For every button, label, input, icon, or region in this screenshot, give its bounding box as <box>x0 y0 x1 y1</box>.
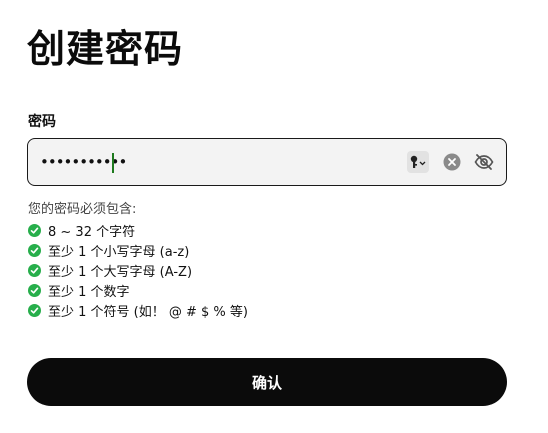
text-cursor <box>112 153 114 173</box>
requirement-item: 至少 1 个小写字母 (a-z) <box>28 240 248 260</box>
requirement-item: 8 ~ 32 个字符 <box>28 220 248 240</box>
password-manager-key-button[interactable] <box>407 151 429 173</box>
requirement-item: 至少 1 个符号 (如！ @ # $ % 等) <box>28 300 248 320</box>
check-icon <box>28 283 41 297</box>
check-icon <box>28 263 41 277</box>
requirement-item: 至少 1 个大写字母 (A-Z) <box>28 260 248 280</box>
requirement-text: 至少 1 个数字 <box>48 284 130 300</box>
eye-off-icon <box>474 154 494 170</box>
check-icon <box>28 223 41 237</box>
password-label: 密码 <box>28 114 56 130</box>
requirement-text: 至少 1 个大写字母 (A-Z) <box>48 264 193 280</box>
requirement-text: 至少 1 个符号 (如！ @ # $ % 等) <box>48 304 248 320</box>
key-icon <box>410 155 426 168</box>
toggle-visibility-button[interactable] <box>474 152 494 172</box>
page-title: 创建密码 <box>27 27 184 71</box>
close-circle-icon <box>443 153 461 171</box>
requirements-list: 8 ~ 32 个字符 至少 1 个小写字母 (a-z) 至少 1 个大写字母 (… <box>28 220 248 320</box>
password-input[interactable]: ••••••••••• <box>27 138 507 186</box>
requirement-item: 至少 1 个数字 <box>28 280 248 300</box>
check-icon <box>28 243 41 257</box>
requirements-intro: 您的密码必须包含: <box>28 202 137 217</box>
requirement-text: 至少 1 个小写字母 (a-z) <box>48 244 190 260</box>
check-icon <box>28 303 41 317</box>
clear-input-button[interactable] <box>443 153 461 171</box>
requirement-text: 8 ~ 32 个字符 <box>48 224 136 240</box>
confirm-button[interactable]: 确认 <box>27 358 507 406</box>
